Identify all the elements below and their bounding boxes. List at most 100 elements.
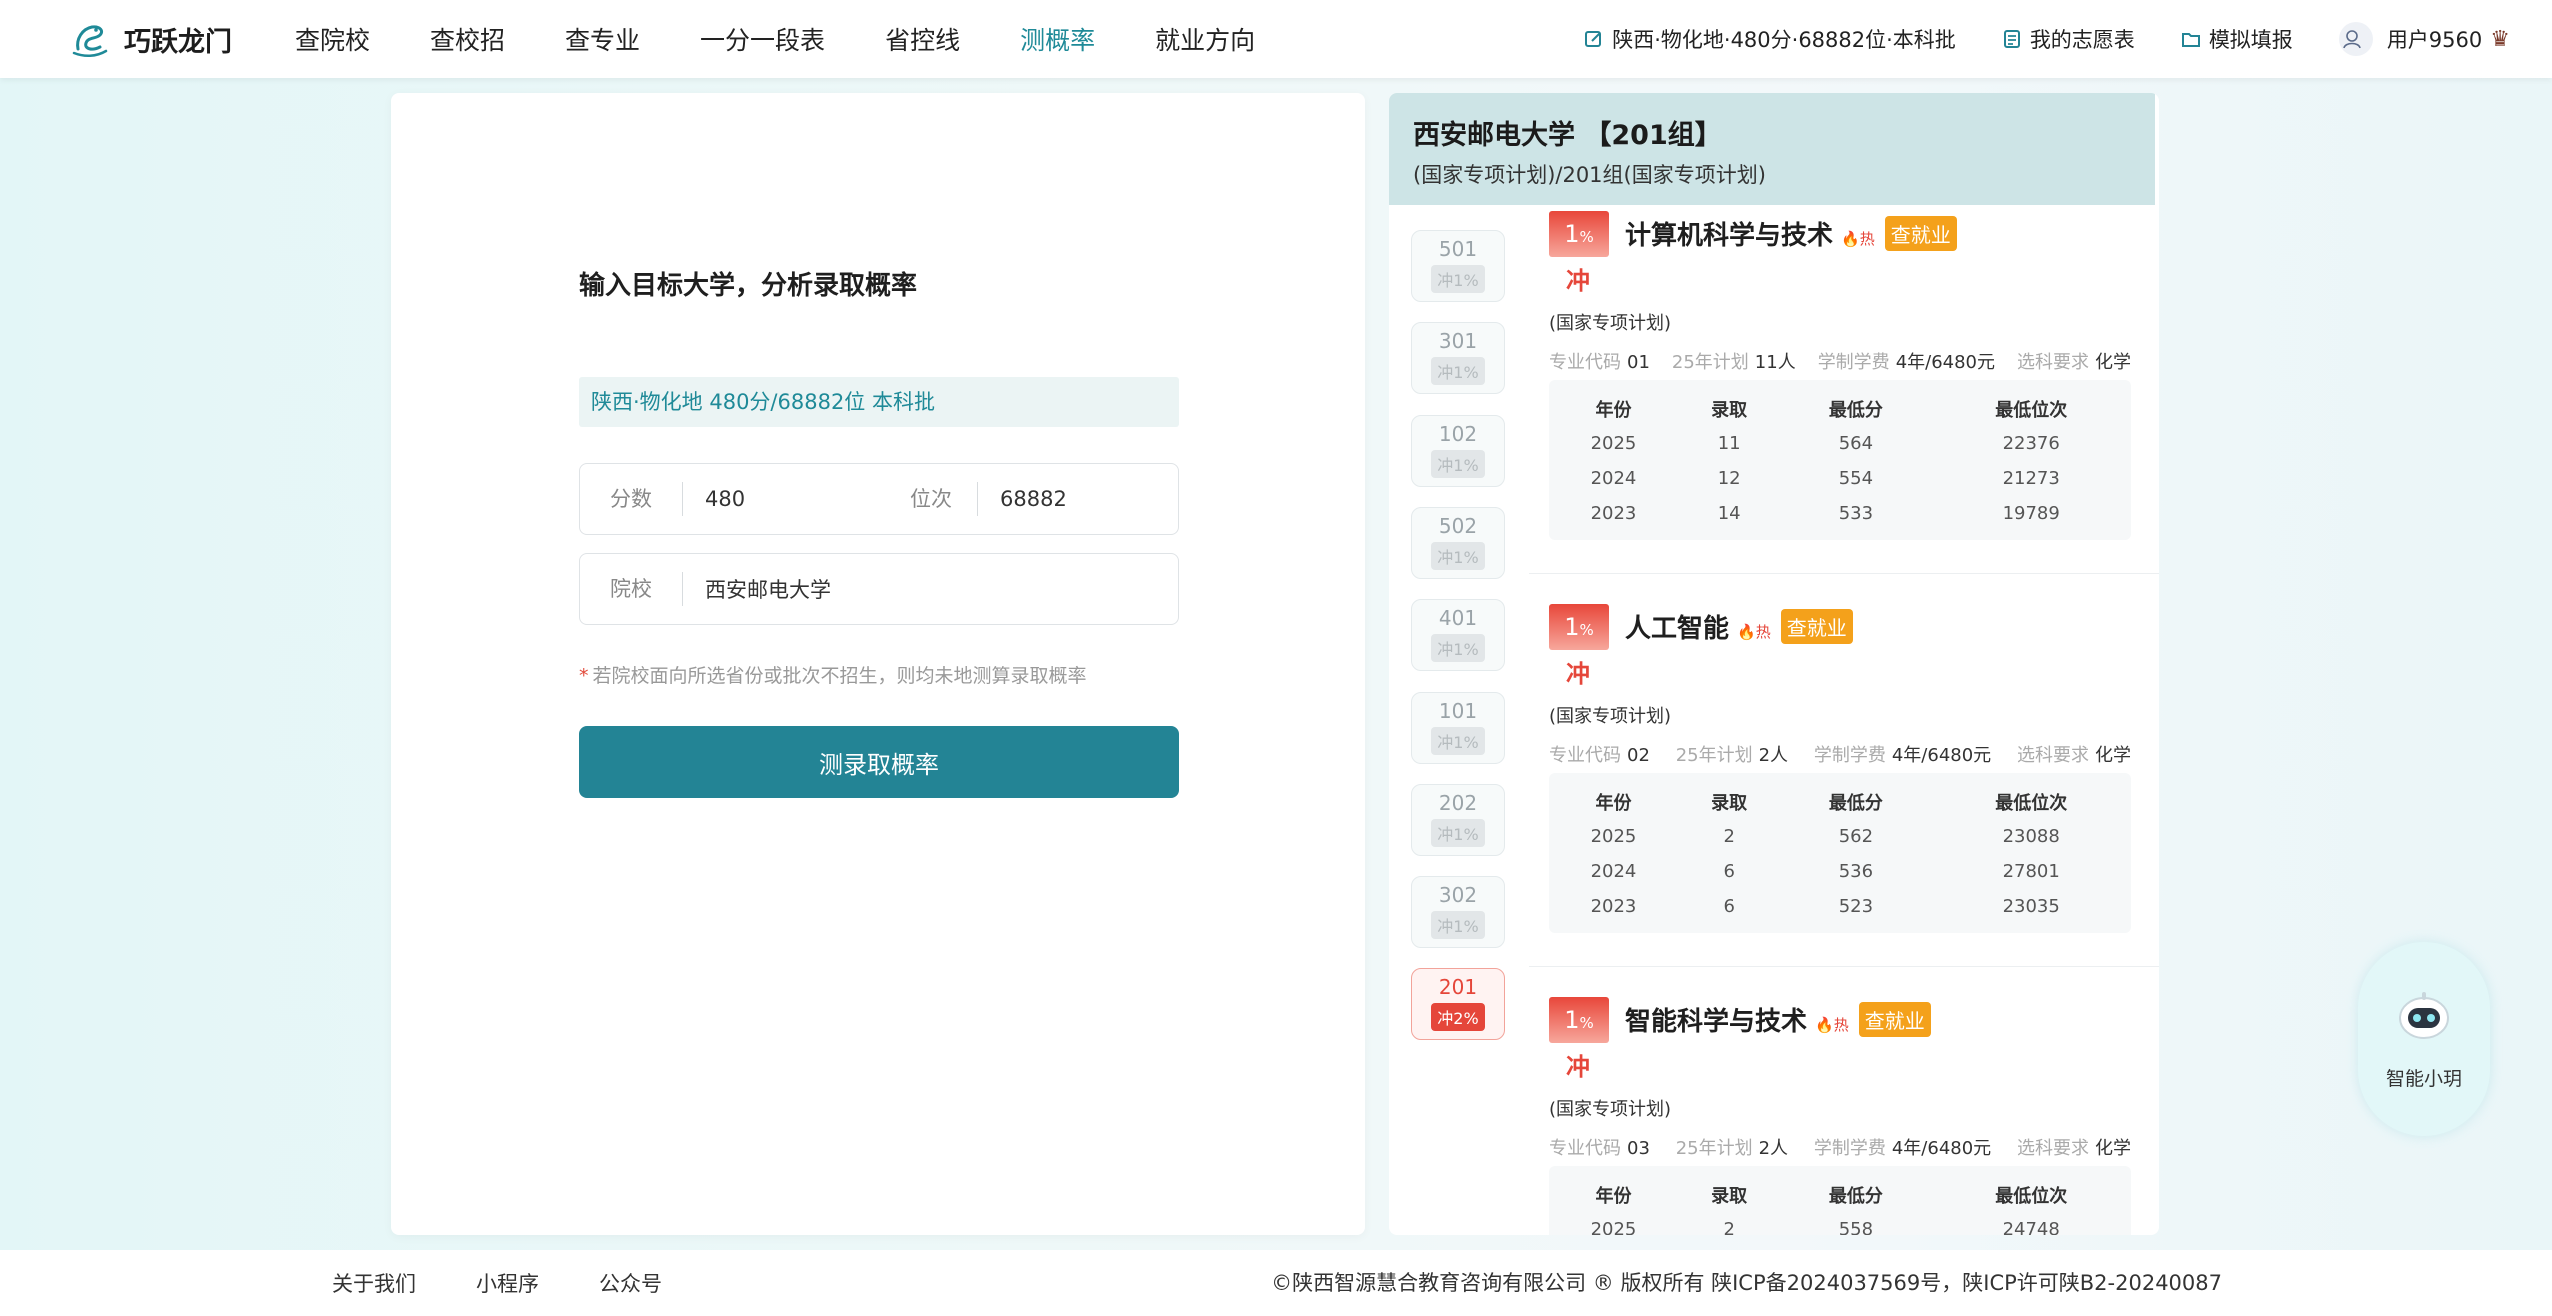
check-jobs-button[interactable]: 查就业 xyxy=(1858,1002,1931,1037)
group-probability: 冲1% xyxy=(1431,357,1485,386)
cell: 19789 xyxy=(2002,503,2060,524)
nav-campus-recruit[interactable]: 查校招 xyxy=(430,21,505,57)
nav-probability[interactable]: 测概率 xyxy=(1020,21,1095,57)
nav-control-line[interactable]: 省控线 xyxy=(885,21,960,57)
req-label: 选科要求 xyxy=(2017,352,2089,373)
nav-majors[interactable]: 查专业 xyxy=(565,21,640,57)
group-chip-501[interactable]: 501 冲1% xyxy=(1411,230,1505,302)
group-chip-401[interactable]: 401 冲1% xyxy=(1411,599,1505,672)
group-probability: 冲1% xyxy=(1431,818,1485,847)
fee-label: 学制学费 xyxy=(1813,745,1886,766)
avatar xyxy=(2338,22,2373,56)
group-code: 302 xyxy=(1438,883,1478,908)
probability-value: 1 xyxy=(1564,613,1580,641)
user-menu[interactable]: 用户9560 ♛ xyxy=(2338,22,2510,56)
assistant-bot[interactable]: 智能小玥 xyxy=(2358,942,2490,1136)
group-probability: 冲1% xyxy=(1431,634,1485,663)
hot-label: 热 xyxy=(1859,230,1875,248)
col-admitted: 录取 xyxy=(1711,400,1748,421)
group-chip-502[interactable]: 502 冲1% xyxy=(1411,506,1505,579)
group-chip-102[interactable]: 102 冲1% xyxy=(1411,414,1505,487)
group-code: 502 xyxy=(1438,513,1478,538)
group-chip-202[interactable]: 202 冲1% xyxy=(1411,783,1505,856)
col-year: 年份 xyxy=(1595,1186,1632,1207)
rush-tag: 冲 xyxy=(1566,267,1590,295)
school-label: 院校 xyxy=(580,572,683,606)
probability-badge: 1% xyxy=(1549,997,1609,1043)
col-min-score: 最低分 xyxy=(1828,1186,1883,1207)
wishlist-link[interactable]: 我的志愿表 xyxy=(2002,24,2135,54)
check-jobs-button[interactable]: 查就业 xyxy=(1884,216,1957,251)
table-row: 2025 2 562 23088 xyxy=(1549,819,2131,854)
plan-type: (国家专项计划) xyxy=(1549,313,1672,334)
group-code: 101 xyxy=(1438,698,1478,723)
nav-career[interactable]: 就业方向 xyxy=(1155,21,1255,57)
major-title[interactable]: 计算机科学与技术 xyxy=(1625,221,1833,251)
list-icon xyxy=(2003,30,2020,48)
cell: 27801 xyxy=(2002,861,2060,882)
rush-tag: 冲 xyxy=(1566,660,1590,688)
group-code: 202 xyxy=(1438,790,1478,815)
plan-label: 25年计划 xyxy=(1675,1138,1753,1159)
cell: 554 xyxy=(1838,468,1874,489)
major-name: 人工智能 🔥热 查就业 xyxy=(1625,608,1853,645)
plan-count: 2人 xyxy=(1758,745,1789,766)
calculate-probability-button[interactable]: 测录取概率 xyxy=(579,726,1179,798)
probability-unit: % xyxy=(1579,1014,1594,1032)
group-chip-201[interactable]: 201 冲2% xyxy=(1411,968,1505,1041)
group-probability: 冲1% xyxy=(1431,911,1485,940)
nav-schools[interactable]: 查院校 xyxy=(295,21,370,57)
col-min-score: 最低分 xyxy=(1828,400,1883,421)
group-chip-302[interactable]: 302 冲1% xyxy=(1411,876,1505,949)
footer-link-about[interactable]: 关于我们 xyxy=(332,1268,416,1298)
cell: 6 xyxy=(1723,896,1735,917)
footer-link-official-account[interactable]: 公众号 xyxy=(599,1268,662,1298)
col-min-score: 最低分 xyxy=(1828,793,1883,814)
nav-score-table[interactable]: 一分一段表 xyxy=(700,21,825,57)
hot-tag: 🔥热 xyxy=(1841,230,1875,248)
group-chip-301[interactable]: 301 冲1% xyxy=(1411,322,1505,395)
result-title: 西安邮电大学 【201组】 xyxy=(1413,120,1722,151)
group-chip-101[interactable]: 101 冲1% xyxy=(1411,691,1505,764)
form-note-text: 若院校面向所选省份或批次不招生，则均未地测算录取概率 xyxy=(592,665,1087,687)
group-code: 501 xyxy=(1438,237,1478,261)
profile-link[interactable]: 陕西·物化地·480分·68882位·本科批 xyxy=(1584,24,1956,54)
table-row: 2024 12 554 21273 xyxy=(1549,461,2131,496)
robot-icon xyxy=(2399,992,2449,1039)
score-label: 分数 xyxy=(580,482,683,516)
major-code: 03 xyxy=(1627,1138,1650,1159)
major-title[interactable]: 人工智能 xyxy=(1625,614,1729,644)
code-label: 专业代码 xyxy=(1549,745,1621,766)
cell: 2024 xyxy=(1590,468,1637,489)
req-value: 化学 xyxy=(2094,745,2131,766)
user-name: 用户9560 xyxy=(2386,28,2483,52)
school-input[interactable]: 西安邮电大学 xyxy=(683,574,831,604)
rush-tag: 冲 xyxy=(1566,1053,1590,1081)
result-panel: 西安邮电大学 【201组】 (国家专项计划)/201组(国家专项计划) 501 冲… xyxy=(1389,93,2159,1235)
copyright: ©陕西智源慧合教育咨询有限公司 ® 版权所有 陕ICP备2024037569号，… xyxy=(1271,1271,2222,1295)
hot-label: 热 xyxy=(1755,623,1771,641)
check-jobs-button[interactable]: 查就业 xyxy=(1780,609,1853,644)
major-code: 02 xyxy=(1627,745,1650,766)
score-input[interactable]: 480 xyxy=(683,487,885,511)
fire-icon: 🔥 xyxy=(1841,230,1860,248)
folder-icon xyxy=(2181,33,2200,47)
col-admitted: 录取 xyxy=(1711,1186,1748,1207)
table-row: 2023 14 533 19789 xyxy=(1549,496,2131,531)
group-probability: 冲2% xyxy=(1431,1003,1485,1032)
footer-link-miniprogram[interactable]: 小程序 xyxy=(476,1268,539,1298)
divider xyxy=(1529,966,2159,967)
table-row: 2025 2 558 24748 xyxy=(1549,1212,2131,1235)
cell: 2025 xyxy=(1590,1219,1637,1235)
logo[interactable]: 巧跃龙门 xyxy=(70,18,232,60)
simulate-link[interactable]: 模拟填报 xyxy=(2181,24,2293,54)
group-code: 201 xyxy=(1438,975,1478,1000)
profile-info[interactable]: 陕西·物化地 480分/68882位 本科批 xyxy=(579,377,1179,427)
major-title[interactable]: 智能科学与技术 xyxy=(1625,1007,1807,1037)
plan-type: (国家专项计划) xyxy=(1549,706,1672,727)
footer: 关于我们 小程序 公众号 ©陕西智源慧合教育咨询有限公司 ® 版权所有 陕ICP… xyxy=(0,1250,2552,1316)
group-probability: 冲1% xyxy=(1431,726,1485,755)
rank-input[interactable]: 68882 xyxy=(978,487,1067,511)
major-name: 计算机科学与技术 🔥热 查就业 xyxy=(1625,215,1957,252)
top-header: 巧跃龙门 查院校 查校招 查专业 一分一段表 省控线 测概率 就业方向 陕西·物… xyxy=(0,0,2552,78)
